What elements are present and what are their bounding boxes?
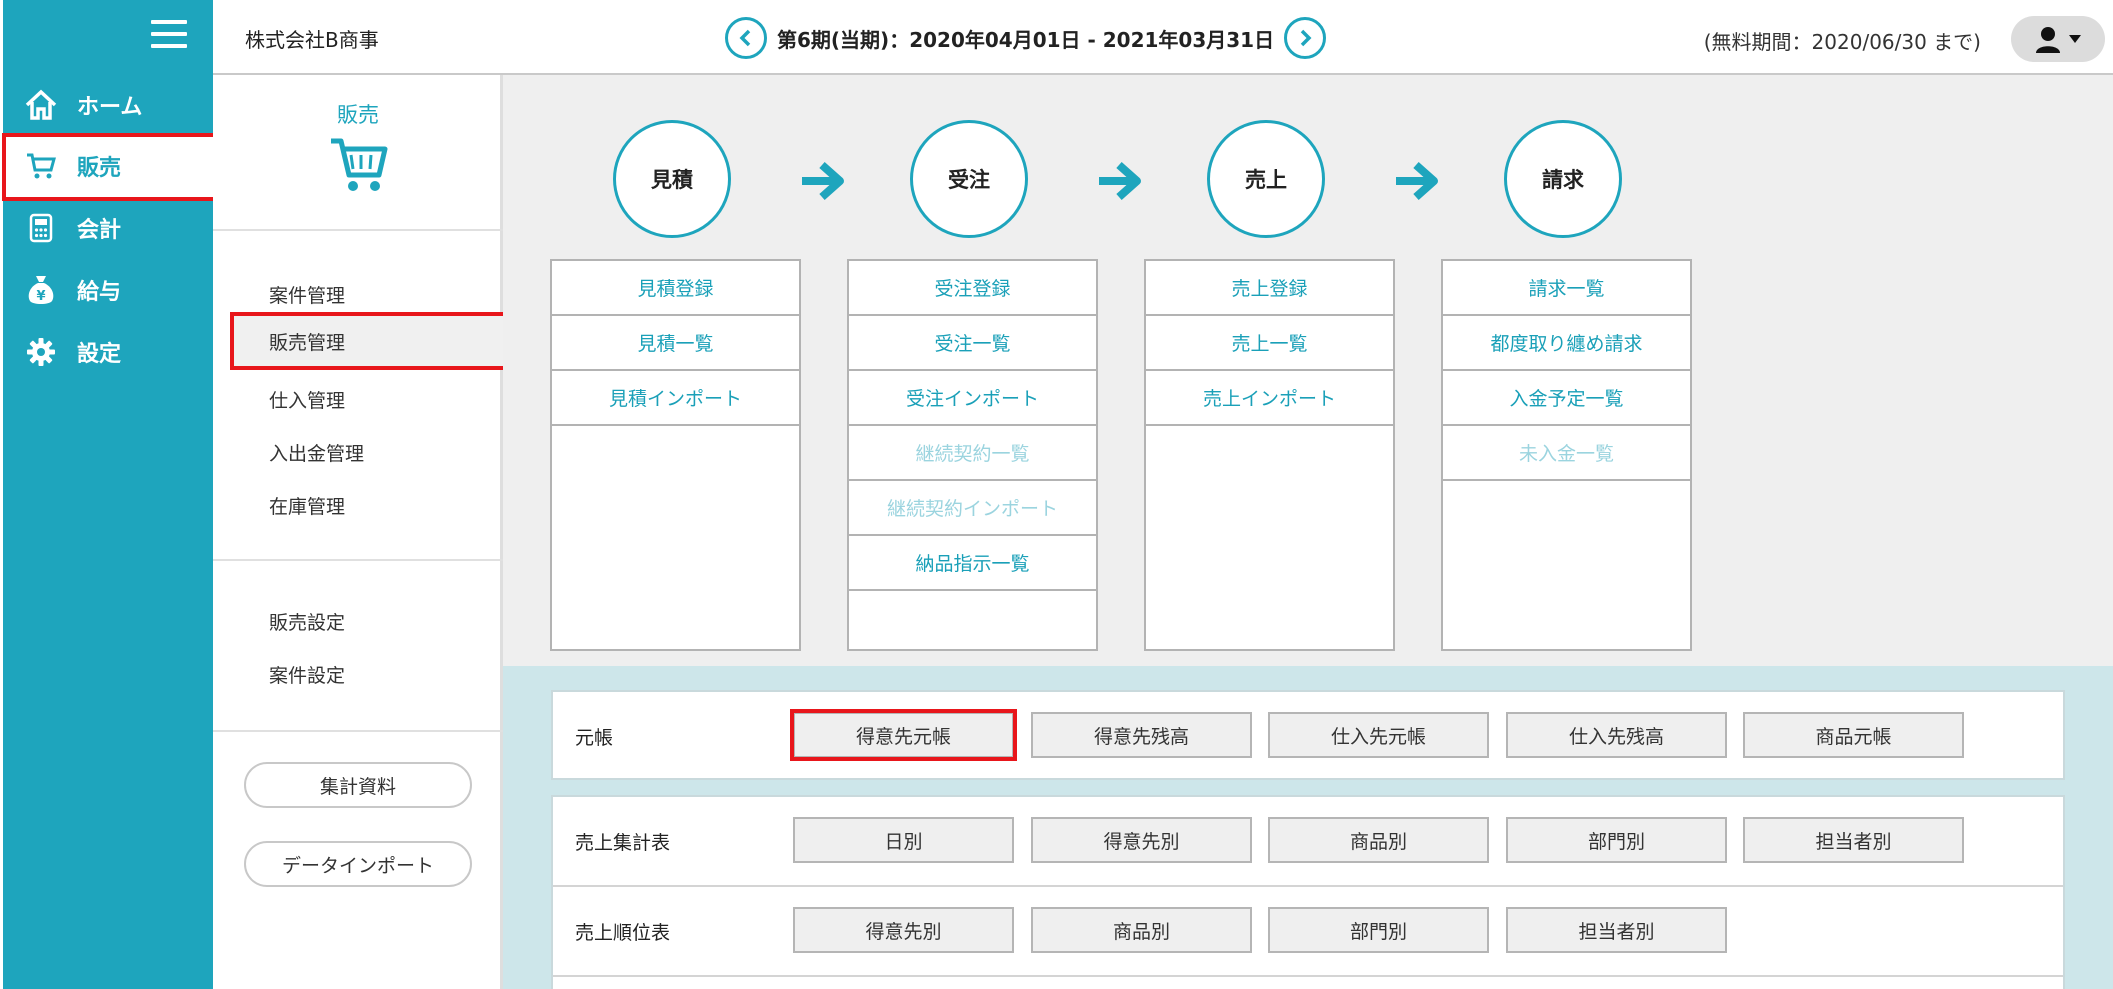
product-ledger-button[interactable]: 商品元帳 <box>1743 712 1964 758</box>
chevron-left-icon <box>739 29 751 47</box>
nav-item-accounting[interactable]: 会計 <box>3 197 213 259</box>
divider <box>213 229 503 231</box>
ranking-product-button[interactable]: 商品別 <box>1031 907 1252 953</box>
sales-import-link[interactable]: 売上インポート <box>1146 371 1393 426</box>
supplier-ledger-button[interactable]: 仕入先元帳 <box>1268 712 1489 758</box>
main-nav: ホーム 販売 会計 ¥ 給与 設定 <box>0 0 223 989</box>
sales-summary-row: 売上集計表 日別 得意先別 商品別 部門別 担当者別 <box>553 797 2063 885</box>
divider <box>213 730 503 732</box>
caret-down-icon <box>2069 35 2081 43</box>
data-import-button[interactable]: データインポート <box>244 841 472 887</box>
top-header: 株式会社B商事 第6期(当期)：2020年04月01日 - 2021年03月31… <box>213 0 2113 75</box>
submenu-item-sales-management[interactable]: 販売管理 <box>230 312 508 370</box>
summary-customer-button[interactable]: 得意先別 <box>1031 817 1252 863</box>
ledger-row: 元帳 得意先元帳 得意先残高 仕入先元帳 仕入先残高 商品元帳 <box>553 692 2063 780</box>
ranking-customer-button[interactable]: 得意先別 <box>793 907 1014 953</box>
summary-daily-button[interactable]: 日別 <box>793 817 1014 863</box>
ledger-panel: 元帳 得意先元帳 得意先残高 仕入先元帳 仕入先残高 商品元帳 <box>551 690 2065 780</box>
row-label: 売上集計表 <box>575 831 671 854</box>
estimate-import-link[interactable]: 見積インポート <box>552 371 799 426</box>
calculator-icon <box>23 210 59 246</box>
nav-item-label: 販売 <box>77 156 122 181</box>
contract-list-link: 継続契約一覧 <box>849 426 1096 481</box>
hamburger-menu-icon[interactable] <box>151 20 187 48</box>
order-import-link[interactable]: 受注インポート <box>849 371 1096 426</box>
estimate-register-link[interactable]: 見積登録 <box>552 261 799 316</box>
submenu-item-cash[interactable]: 入出金管理 <box>269 439 364 466</box>
step-sales: 売上 <box>1207 120 1325 238</box>
ranking-staff-button[interactable]: 担当者別 <box>1506 907 1727 953</box>
delivery-instruction-list-link[interactable]: 納品指示一覧 <box>849 536 1096 591</box>
period-label: 第6期(当期)：2020年04月01日 - 2021年03月31日 <box>777 27 1275 52</box>
divider <box>213 559 503 561</box>
prev-period-button[interactable] <box>725 17 767 59</box>
nav-item-settings[interactable]: 設定 <box>3 321 213 383</box>
svg-text:¥: ¥ <box>36 289 45 304</box>
step-order: 受注 <box>910 120 1028 238</box>
sales-register-link[interactable]: 売上登録 <box>1146 261 1393 316</box>
order-register-link[interactable]: 受注登録 <box>849 261 1096 316</box>
submenu-item-inventory[interactable]: 在庫管理 <box>269 492 345 519</box>
summary-department-button[interactable]: 部門別 <box>1506 817 1727 863</box>
nav-item-home[interactable]: ホーム <box>3 74 213 136</box>
nav-item-sales[interactable]: 販売 <box>2 133 223 201</box>
nav-item-label: 設定 <box>77 342 122 367</box>
estimate-list-link[interactable]: 見積一覧 <box>552 316 799 371</box>
order-menu: 受注登録 受注一覧 受注インポート 継続契約一覧 継続契約インポート 納品指示一… <box>847 259 1098 651</box>
submenu-title: 販売 <box>337 103 379 127</box>
submenu-item-project-settings[interactable]: 案件設定 <box>269 661 345 688</box>
chevron-right-icon <box>1300 29 1312 47</box>
sales-flow: 見積 受注 売上 請求 見積登録 見積一覧 見積インポート 受注登録 受注一覧 … <box>503 75 2113 666</box>
arrow-right-icon <box>1396 162 1438 200</box>
step-billing: 請求 <box>1504 120 1622 238</box>
nav-item-payroll[interactable]: ¥ 給与 <box>3 259 213 321</box>
summary-report-button[interactable]: 集計資料 <box>244 762 472 808</box>
summary-staff-button[interactable]: 担当者別 <box>1743 817 1964 863</box>
home-icon <box>23 87 59 123</box>
summary-product-button[interactable]: 商品別 <box>1268 817 1489 863</box>
divider <box>553 975 2063 977</box>
period-selector: 第6期(当期)：2020年04月01日 - 2021年03月31日 <box>725 16 1327 60</box>
step-estimate: 見積 <box>613 120 731 238</box>
company-name: 株式会社B商事 <box>245 28 379 52</box>
order-list-link[interactable]: 受注一覧 <box>849 316 1096 371</box>
arrow-right-icon <box>1099 162 1141 200</box>
nav-item-label: 会計 <box>77 218 122 243</box>
sales-report-panel: 売上集計表 日別 得意先別 商品別 部門別 担当者別 売上順位表 得意先別 商品… <box>551 795 2065 989</box>
invoice-list-link[interactable]: 請求一覧 <box>1443 261 1690 316</box>
arrow-right-icon <box>802 162 844 200</box>
customer-ledger-button[interactable]: 得意先元帳 <box>790 709 1017 761</box>
user-menu-button[interactable] <box>2011 16 2105 62</box>
reports-section: 元帳 得意先元帳 得意先残高 仕入先元帳 仕入先残高 商品元帳 売上集計表 日別… <box>503 666 2113 989</box>
sub-menu: 販売 案件管理 販売管理 仕入管理 入出金管理 在庫管理 販売設定 案件設定 集… <box>213 75 508 989</box>
submenu-item-purchasing[interactable]: 仕入管理 <box>269 386 345 413</box>
billing-menu: 請求一覧 都度取り纏め請求 入金予定一覧 未入金一覧 <box>1441 259 1692 651</box>
submenu-item-projects[interactable]: 案件管理 <box>269 281 345 308</box>
next-period-button[interactable] <box>1284 17 1327 59</box>
money-bag-icon: ¥ <box>23 272 59 308</box>
consolidated-invoice-link[interactable]: 都度取り纏め請求 <box>1443 316 1690 371</box>
estimate-menu: 見積登録 見積一覧 見積インポート <box>550 259 801 651</box>
nav-item-label: ホーム <box>77 95 143 120</box>
supplier-balance-button[interactable]: 仕入先残高 <box>1506 712 1727 758</box>
cart-icon <box>23 148 59 184</box>
sales-list-link[interactable]: 売上一覧 <box>1146 316 1393 371</box>
gear-icon <box>23 334 59 370</box>
ranking-department-button[interactable]: 部門別 <box>1268 907 1489 953</box>
unpaid-list-link: 未入金一覧 <box>1443 426 1690 481</box>
row-label: 元帳 <box>575 726 614 749</box>
row-label: 売上順位表 <box>575 921 671 944</box>
sales-ranking-row: 売上順位表 得意先別 商品別 部門別 担当者別 <box>553 887 2063 975</box>
nav-item-label: 給与 <box>77 280 122 305</box>
customer-balance-button[interactable]: 得意先残高 <box>1031 712 1252 758</box>
expected-payment-list-link[interactable]: 入金予定一覧 <box>1443 371 1690 426</box>
submenu-item-sales-settings[interactable]: 販売設定 <box>269 608 345 635</box>
trial-period-text: (無料期間：2020/06/30 まで) <box>1703 30 1981 54</box>
user-icon <box>2036 27 2060 53</box>
cart-icon <box>331 138 388 191</box>
contract-import-link: 継続契約インポート <box>849 481 1096 536</box>
sales-menu: 売上登録 売上一覧 売上インポート <box>1144 259 1395 651</box>
